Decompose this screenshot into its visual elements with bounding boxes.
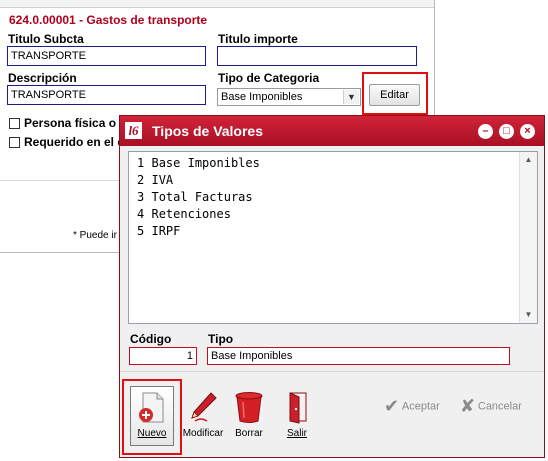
cancelar-label: Cancelar: [477, 400, 522, 413]
requerido-label: Requerido en el c: [24, 135, 125, 149]
new-document-plus-icon: [139, 392, 164, 423]
app-logo-icon: l6: [125, 122, 142, 139]
tipo-categoria-select[interactable]: Base Imponibles ▼: [217, 88, 361, 106]
account-header: 624.0.00001 - Gastos de transporte: [9, 13, 208, 27]
checkmark-icon: ✔: [384, 396, 400, 416]
editar-button[interactable]: Editar: [369, 84, 420, 106]
list-item-label: Total Facturas: [151, 190, 253, 204]
dialog-title: Tipos de Valores: [152, 123, 264, 139]
dialog-titlebar[interactable]: l6 Tipos de Valores – □ ×: [120, 116, 544, 146]
requerido-checkbox[interactable]: [9, 137, 20, 148]
list-item-num: 5: [137, 224, 145, 238]
toolbar-separator: [120, 371, 544, 372]
list-item-label: IVA: [151, 173, 174, 187]
modificar-label: Modificar: [182, 428, 224, 439]
list-item-num: 1: [137, 156, 145, 170]
close-icon[interactable]: ×: [520, 124, 535, 139]
form-top-strip: [0, 0, 434, 8]
x-mark-icon: ✘: [460, 396, 476, 416]
titulo-subcta-input[interactable]: TRANSPORTE: [7, 46, 206, 66]
tipos-valores-dialog: l6 Tipos de Valores – □ × 1 Base Imponib…: [119, 115, 545, 458]
descripcion-label: Descripción: [8, 71, 77, 85]
titulo-importe-input[interactable]: [217, 46, 417, 66]
list-item[interactable]: 3 Total Facturas: [137, 189, 260, 206]
minimize-icon[interactable]: –: [478, 124, 493, 139]
persona-fisica-label: Persona física o j: [24, 116, 123, 130]
chevron-down-icon[interactable]: ▼: [343, 90, 359, 104]
codigo-label: Código: [130, 332, 172, 346]
tipos-list-items: 1 Base Imponibles 2 IVA 3 Total Facturas…: [137, 155, 260, 240]
list-item-label: Retenciones: [151, 207, 231, 221]
footnote-text: * Puede ir: [73, 230, 117, 241]
codigo-input[interactable]: 1: [129, 347, 197, 365]
cancelar-button[interactable]: ✘ Cancelar: [460, 396, 532, 418]
list-scrollbar[interactable]: ▲ ▼: [519, 152, 537, 323]
nuevo-button[interactable]: Nuevo: [130, 386, 174, 446]
list-item-num: 3: [137, 190, 145, 204]
scroll-up-icon[interactable]: ▲: [520, 152, 537, 168]
tipo-input[interactable]: Base Imponibles: [207, 347, 510, 365]
trash-bin-icon: [235, 392, 263, 423]
nuevo-label: Nuevo: [137, 428, 167, 439]
list-item[interactable]: 2 IVA: [137, 172, 260, 189]
modificar-button[interactable]: Modificar: [182, 388, 224, 444]
titulo-subcta-label: Titulo Subcta: [8, 32, 84, 46]
list-item[interactable]: 4 Retenciones: [137, 206, 260, 223]
aceptar-button[interactable]: ✔ Aceptar: [384, 396, 450, 418]
list-item-label: Base Imponibles: [151, 156, 260, 170]
titulo-importe-label: Titulo importe: [218, 32, 298, 46]
tipos-list[interactable]: 1 Base Imponibles 2 IVA 3 Total Facturas…: [128, 151, 538, 324]
list-item[interactable]: 5 IRPF: [137, 223, 260, 240]
tipo-label: Tipo: [208, 332, 234, 346]
list-item[interactable]: 1 Base Imponibles: [137, 155, 260, 172]
list-item-num: 2: [137, 173, 145, 187]
borrar-button[interactable]: Borrar: [228, 388, 270, 444]
list-item-num: 4: [137, 207, 145, 221]
scroll-down-icon[interactable]: ▼: [520, 307, 537, 323]
list-item-label: IRPF: [151, 224, 181, 238]
persona-fisica-checkbox[interactable]: [9, 118, 20, 129]
salir-button[interactable]: Salir: [276, 388, 318, 444]
borrar-label: Borrar: [235, 428, 263, 439]
aceptar-label: Aceptar: [401, 400, 440, 413]
tipo-categoria-value: Base Imponibles: [221, 91, 303, 103]
exit-door-icon: [289, 392, 307, 424]
salir-label: Salir: [286, 428, 307, 439]
descripcion-input[interactable]: TRANSPORTE: [7, 85, 206, 105]
maximize-icon[interactable]: □: [499, 124, 514, 139]
tipo-categoria-label: Tipo de Categoria: [218, 71, 320, 85]
pen-icon: [191, 392, 217, 422]
